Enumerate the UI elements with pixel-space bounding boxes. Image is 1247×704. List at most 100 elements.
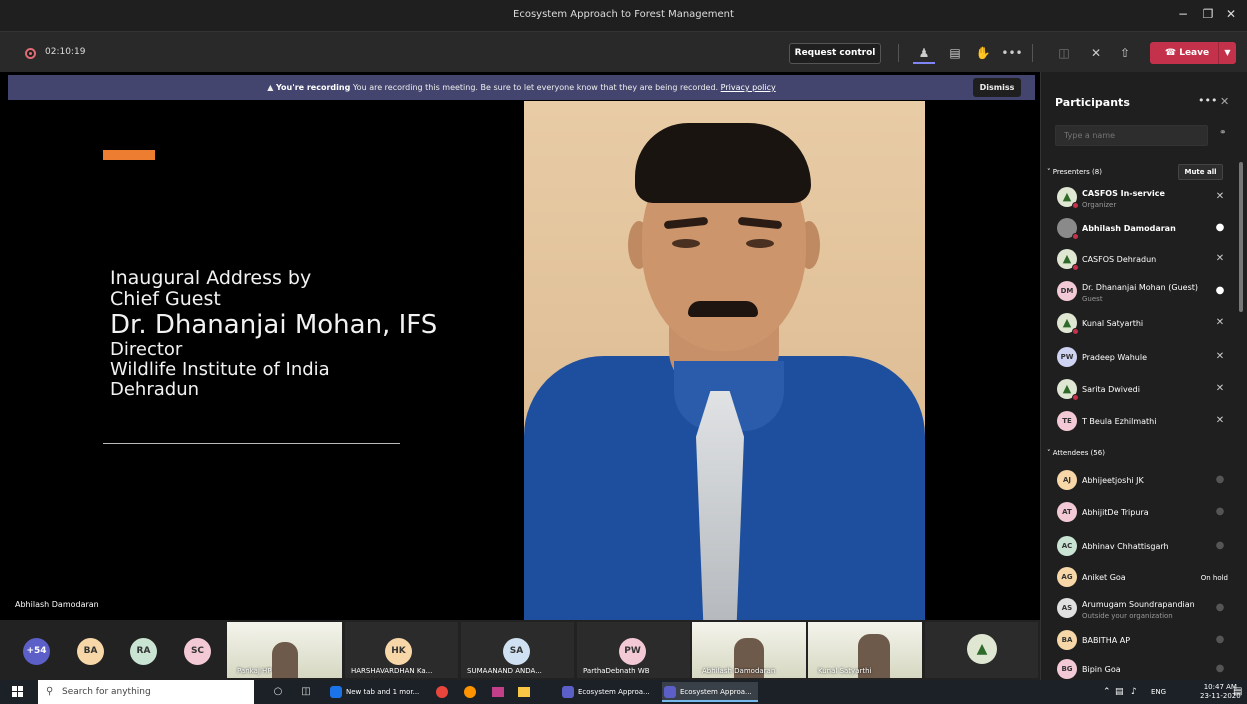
file-explorer-icon[interactable]	[516, 684, 532, 700]
slide-divider	[103, 443, 400, 444]
participant-avatar[interactable]: SC	[184, 638, 211, 665]
chrome-icon[interactable]	[434, 684, 450, 700]
overflow-participants-button[interactable]: +54	[23, 638, 50, 665]
mic-disabled-icon: ●	[1215, 663, 1225, 674]
participant-name: AbhijitDe Tripura	[1082, 508, 1149, 517]
participant-row[interactable]: AC Abhinav Chhattisgarh ●	[1041, 533, 1241, 561]
language-indicator[interactable]: ENG	[1151, 680, 1166, 704]
participant-tile[interactable]: PW ParthaDebnath WB	[577, 622, 690, 678]
camera-off-icon[interactable]: ◫	[1053, 42, 1075, 64]
window-title: Ecosystem Approach to Forest Management	[513, 9, 734, 20]
search-icon: ⚲	[46, 686, 54, 697]
participant-avatar: HK	[385, 638, 412, 665]
slide-accent-bar	[103, 150, 155, 160]
participant-name: Abhijeetjoshi JK	[1082, 476, 1144, 485]
participant-name: Kunal Satyarthi	[818, 667, 872, 675]
mic-icon[interactable]: ●	[1213, 222, 1227, 233]
dismiss-button[interactable]: Dismiss	[973, 78, 1021, 97]
tray-overflow-icon[interactable]: ⌃	[1103, 680, 1111, 704]
firefox-icon[interactable]	[462, 684, 478, 700]
participant-name: Abhilash Damodaran	[1082, 224, 1176, 233]
mic-off-icon[interactable]: ✕	[1213, 383, 1227, 394]
presenters-section-header[interactable]: ˅ Presenters (8)	[1047, 168, 1102, 176]
chat-icon[interactable]: ▤	[944, 42, 966, 64]
raise-hand-icon[interactable]: ✋	[972, 42, 994, 64]
mic-off-icon[interactable]: ✕	[1213, 415, 1227, 426]
taskbar-app-teams-active[interactable]: Ecosystem Approa...	[662, 682, 758, 702]
participant-name: ParthaDebnath WB	[583, 667, 650, 675]
participant-avatar: SA	[503, 638, 530, 665]
participants-icon[interactable]: ♟	[913, 42, 935, 64]
volume-icon[interactable]: ♪	[1131, 680, 1137, 704]
participant-row[interactable]: AG Aniket Goa On hold	[1041, 564, 1241, 592]
participant-video-tile[interactable]: Pankaj HP	[227, 622, 342, 678]
participant-row[interactable]: AT AbhijitDe Tripura ●	[1041, 499, 1241, 527]
privacy-policy-link[interactable]: Privacy policy	[721, 83, 776, 92]
mic-icon[interactable]: ●	[1213, 285, 1227, 296]
close-button[interactable]: ✕	[1222, 7, 1240, 21]
status-icon	[1072, 328, 1079, 335]
mic-off-icon[interactable]: ✕	[1085, 42, 1107, 64]
participant-avatar: PW	[619, 638, 646, 665]
participant-row[interactable]: ▲ CASFOS In-service Organizer ✕	[1041, 184, 1241, 212]
participant-avatar[interactable]: RA	[130, 638, 157, 665]
participant-avatar[interactable]: BA	[77, 638, 104, 665]
participant-search-input[interactable]	[1055, 125, 1208, 146]
participant-role: Organizer	[1082, 201, 1117, 209]
participant-video-tile[interactable]: Kunal Satyarthi	[808, 622, 922, 678]
network-icon[interactable]: ▤	[1115, 680, 1124, 704]
participant-avatar: TE	[1057, 411, 1077, 431]
attendees-section-header[interactable]: ˅ Attendees (56)	[1047, 449, 1105, 457]
mic-off-icon[interactable]: ✕	[1213, 253, 1227, 264]
on-hold-status: On hold	[1200, 574, 1228, 582]
cortana-icon[interactable]: ○	[270, 684, 286, 700]
participant-tile[interactable]: HK HARSHAVARDHAN Ka...	[345, 622, 458, 678]
participant-row[interactable]: Abhilash Damodaran ●	[1041, 215, 1241, 243]
more-icon[interactable]: •••	[1198, 94, 1217, 107]
participant-avatar: ▲	[1057, 249, 1079, 271]
participant-tile[interactable]: SA SUMAANAND ANDA...	[461, 622, 574, 678]
participant-row[interactable]: ▲ Kunal Satyarthi ✕	[1041, 310, 1241, 338]
notifications-icon[interactable]: ▤	[1233, 680, 1242, 704]
participant-avatar: ▲	[1057, 187, 1079, 209]
participant-row[interactable]: AJ Abhijeetjoshi JK ●	[1041, 467, 1241, 495]
mic-off-icon[interactable]: ✕	[1213, 351, 1227, 362]
leave-button[interactable]: ☎ Leave ▼	[1150, 42, 1236, 64]
share-invite-icon[interactable]: ⚭	[1219, 128, 1227, 138]
participant-tile[interactable]: ▲	[925, 622, 1038, 678]
participant-row[interactable]: ▲ Sarita Dwivedi ✕	[1041, 376, 1241, 404]
participant-avatar: AJ	[1057, 470, 1077, 490]
mic-disabled-icon: ●	[1215, 602, 1225, 613]
participant-name: Pankaj HP	[237, 667, 272, 675]
participant-avatar: ▲	[1057, 379, 1079, 401]
windows-start-icon[interactable]	[12, 686, 24, 698]
task-view-icon[interactable]: ◫	[298, 684, 314, 700]
participant-row[interactable]: PW Pradeep Wahule ✕	[1041, 344, 1241, 372]
request-control-button[interactable]: Request control	[789, 43, 881, 64]
teams-icon	[562, 686, 574, 698]
chevron-down-icon[interactable]: ▼	[1218, 42, 1236, 64]
restore-button[interactable]: ❐	[1199, 7, 1217, 21]
more-icon[interactable]: •••	[1001, 42, 1023, 64]
taskbar-app-label: Ecosystem Approa...	[680, 688, 752, 696]
participant-row[interactable]: AS Arumugam Soundrapandian Outside your …	[1041, 595, 1241, 623]
participant-row[interactable]: BA BABITHA AP ●	[1041, 627, 1241, 655]
mic-off-icon[interactable]: ✕	[1213, 191, 1227, 202]
participant-row[interactable]: TE T Beula Ezhilmathi ✕	[1041, 408, 1241, 436]
participant-row[interactable]: DM Dr. Dhananjai Mohan (Guest) Guest ●	[1041, 278, 1241, 306]
participant-row[interactable]: ▲ CASFOS Dehradun ✕	[1041, 246, 1241, 274]
windows-taskbar: ⚲ Search for anything ○ ◫ New tab and 1 …	[0, 680, 1247, 704]
share-screen-icon[interactable]: ⇧	[1114, 42, 1136, 64]
title-bar: Ecosystem Approach to Forest Management …	[0, 0, 1247, 32]
taskbar-app-edge[interactable]: New tab and 1 mor...	[328, 682, 428, 702]
participant-avatar: AC	[1057, 536, 1077, 556]
minimize-button[interactable]: −	[1174, 7, 1192, 21]
participant-video-tile[interactable]: Abhilash Damodaran	[692, 622, 806, 678]
mic-off-icon[interactable]: ✕	[1213, 317, 1227, 328]
close-icon[interactable]: ✕	[1220, 95, 1229, 108]
photos-icon[interactable]	[490, 684, 506, 700]
taskbar-app-teams[interactable]: Ecosystem Approa...	[560, 682, 656, 702]
participant-name: Pradeep Wahule	[1082, 353, 1148, 362]
mute-all-button[interactable]: Mute all	[1178, 164, 1223, 180]
taskbar-search-box[interactable]: ⚲ Search for anything	[38, 680, 254, 704]
